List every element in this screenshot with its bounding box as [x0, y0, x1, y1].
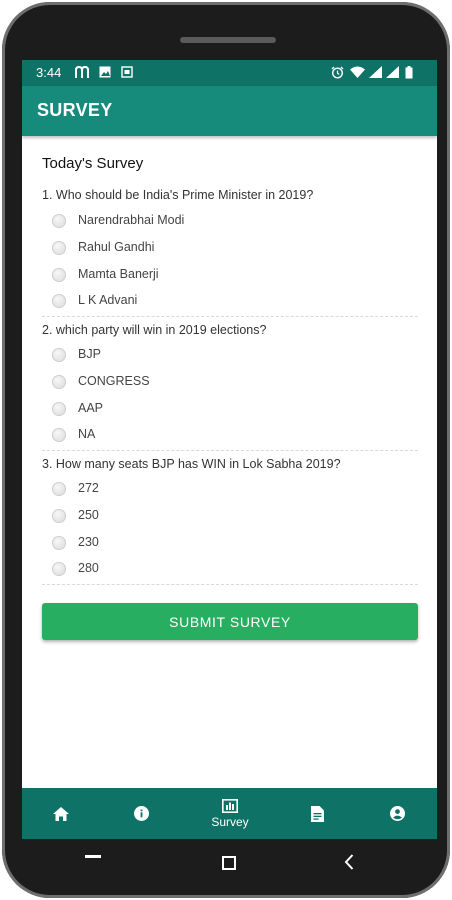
nav-account[interactable]: [367, 788, 427, 839]
radio-button[interactable]: [52, 428, 66, 442]
signal-icon-2: [386, 66, 399, 78]
survey-form: Today's Survey 1. Who should be India's …: [22, 136, 437, 788]
app-title: SURVEY: [37, 100, 113, 120]
divider: [42, 584, 418, 586]
radio-button[interactable]: [52, 294, 66, 308]
divider: [42, 316, 418, 318]
option-label: Narendrabhai Modi: [78, 213, 185, 227]
question-1: 1. Who should be India's Prime Minister …: [42, 188, 314, 202]
back-icon[interactable]: [344, 854, 354, 870]
radio-button[interactable]: [52, 241, 66, 255]
signal-icon: [369, 66, 382, 78]
option-label: 272: [78, 481, 99, 495]
menu-icon[interactable]: [85, 855, 101, 858]
submit-survey-button[interactable]: SUBMIT SURVEY: [42, 603, 418, 640]
option-label: Mamta Banerji: [78, 267, 159, 281]
bottom-nav: Survey: [22, 788, 437, 839]
option-label: BJP: [78, 347, 101, 361]
alarm-icon: [331, 66, 344, 79]
app-bar: SURVEY: [22, 86, 437, 136]
radio-button[interactable]: [52, 348, 66, 362]
notification-app-icon: [75, 66, 89, 78]
status-time: 3:44: [36, 65, 62, 80]
radio-button[interactable]: [52, 562, 66, 576]
divider: [42, 450, 418, 452]
option-label: 250: [78, 508, 99, 522]
option-label: 230: [78, 535, 99, 549]
document-icon: [310, 805, 324, 822]
radio-button[interactable]: [52, 402, 66, 416]
option-label: NA: [78, 427, 96, 441]
screen: 3:44 SURVEY Today's Survey 1. Who should…: [22, 60, 437, 839]
option-label: Rahul Gandhi: [78, 240, 155, 254]
nav-survey[interactable]: Survey: [200, 788, 260, 839]
question-2: 2. which party will win in 2019 election…: [42, 323, 267, 337]
survey-heading: Today's Survey: [42, 155, 144, 172]
wifi-icon: [350, 66, 365, 78]
home-icon: [53, 806, 69, 821]
media-icon: [121, 66, 133, 78]
phone-frame: 3:44 SURVEY Today's Survey 1. Who should…: [2, 2, 450, 898]
option-label: 280: [78, 561, 99, 575]
nav-home[interactable]: [31, 788, 91, 839]
option-label: CONGRESS: [78, 374, 150, 388]
nav-document[interactable]: [287, 788, 347, 839]
home-square-icon[interactable]: [222, 856, 236, 870]
nav-survey-label: Survey: [211, 814, 249, 829]
battery-icon: [405, 66, 413, 79]
nav-info[interactable]: [111, 788, 171, 839]
radio-button[interactable]: [52, 482, 66, 496]
question-3: 3. How many seats BJP has WIN in Lok Sab…: [42, 457, 341, 471]
radio-button[interactable]: [52, 536, 66, 550]
status-bar: 3:44: [22, 60, 437, 86]
info-icon: [133, 806, 149, 821]
radio-button[interactable]: [52, 375, 66, 389]
account-icon: [389, 806, 405, 821]
survey-icon: [222, 798, 238, 813]
system-nav-bar: [22, 839, 437, 889]
radio-button[interactable]: [52, 214, 66, 228]
radio-button[interactable]: [52, 268, 66, 282]
option-label: AAP: [78, 401, 104, 415]
option-label: L K Advani: [78, 293, 138, 307]
image-icon: [99, 66, 111, 78]
radio-button[interactable]: [52, 509, 66, 523]
phone-speaker: [180, 37, 276, 43]
